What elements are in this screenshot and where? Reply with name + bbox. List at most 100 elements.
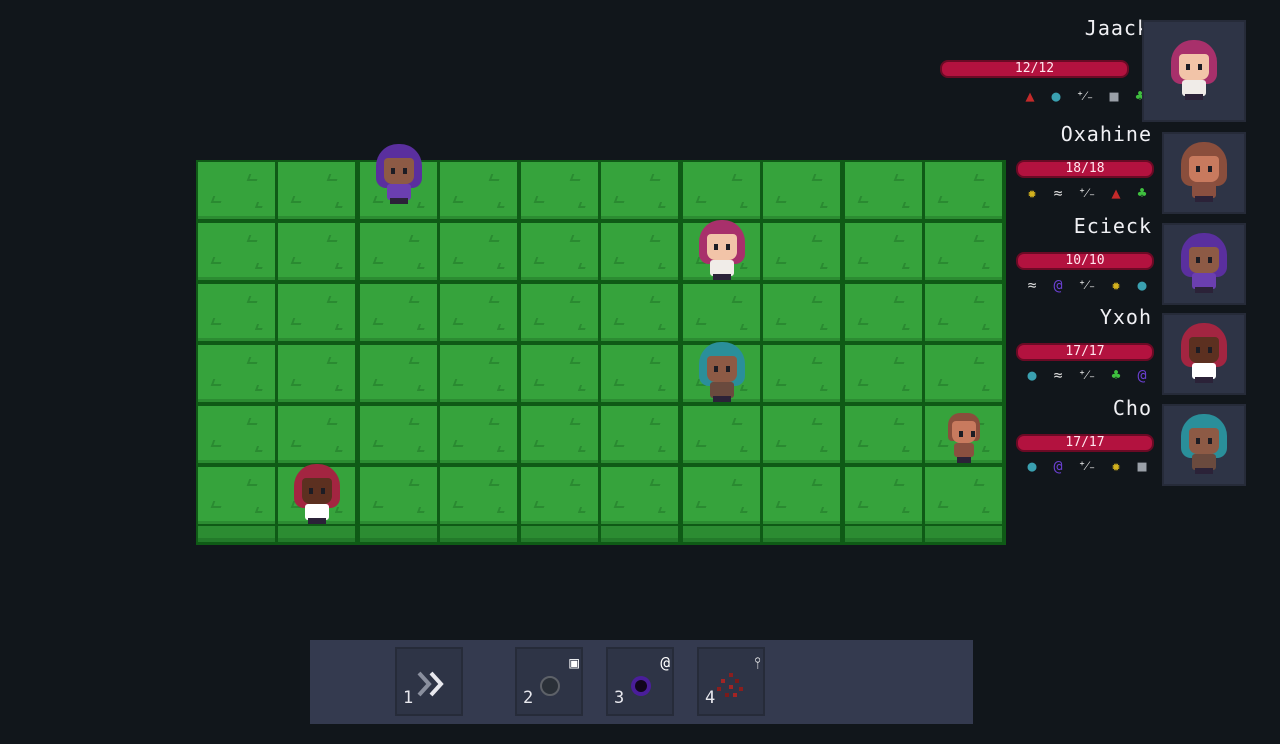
action-slot-3[interactable]: @ 3	[606, 647, 674, 716]
member-portrait[interactable]	[1162, 404, 1246, 486]
grid-tile[interactable]	[925, 467, 1002, 524]
status-effects: ● ≈ ⁺⁄₋ ♣ @	[1022, 365, 1152, 385]
grid-tile[interactable]	[440, 467, 517, 524]
portrait-sprite	[1177, 142, 1231, 204]
grass-tuft	[775, 318, 789, 325]
grid-tile[interactable]	[601, 162, 678, 219]
grid-tile[interactable]	[521, 406, 598, 463]
grid-tile[interactable]	[845, 284, 922, 341]
grid-tile[interactable]	[845, 406, 922, 463]
bald-unit[interactable]	[944, 413, 984, 465]
sprite-eye	[1208, 438, 1212, 444]
grid-tile[interactable]	[925, 162, 1002, 219]
grid-tile[interactable]	[198, 162, 275, 219]
grid-tile[interactable]	[763, 467, 840, 524]
hp-bar: 10/10	[1016, 252, 1154, 270]
grid-tile[interactable]	[925, 284, 1002, 341]
grid-tile[interactable]	[440, 162, 517, 219]
grass-tuft	[857, 440, 871, 447]
grid-tile[interactable]	[521, 162, 598, 219]
hp-bar: 18/18	[1016, 160, 1154, 178]
grid-tile[interactable]	[198, 467, 275, 524]
grid-tile[interactable]	[521, 345, 598, 402]
grid-tile[interactable]	[763, 345, 840, 402]
grass-tuft	[901, 263, 912, 269]
grid-tile[interactable]	[360, 467, 437, 524]
purple-hair-unit[interactable]	[372, 144, 426, 206]
grid-tile[interactable]	[278, 345, 355, 402]
action-slot-2[interactable]: ▣ 2	[515, 647, 583, 716]
grid-tile[interactable]	[683, 467, 760, 524]
grid-tile[interactable]	[601, 223, 678, 280]
grid-tile[interactable]	[278, 223, 355, 280]
grid-tile[interactable]	[763, 406, 840, 463]
grid-tile[interactable]	[440, 406, 517, 463]
grid-tile[interactable]	[845, 467, 922, 524]
magenta-hair-unit[interactable]	[695, 220, 749, 282]
member-portrait[interactable]	[1142, 20, 1246, 122]
sprite-eye	[1208, 257, 1212, 263]
grass-tuft	[981, 324, 992, 330]
grid-tile[interactable]	[440, 284, 517, 341]
grid-tile[interactable]	[521, 467, 598, 524]
grid-tile[interactable]	[601, 467, 678, 524]
grid-tile[interactable]	[683, 162, 760, 219]
grass-tuft	[254, 446, 265, 452]
grid-tile[interactable]	[925, 223, 1002, 280]
grid-tile[interactable]	[845, 162, 922, 219]
sprite-face	[301, 478, 332, 504]
grid-edge	[683, 526, 760, 542]
grid-tile[interactable]	[360, 284, 437, 341]
spiral-icon: @	[1137, 366, 1147, 384]
grid-tile[interactable]	[763, 223, 840, 280]
action-slot-1[interactable]: 1	[395, 647, 463, 716]
grass-tuft	[731, 174, 745, 181]
grid-tile[interactable]	[278, 406, 355, 463]
grid-tile[interactable]	[601, 406, 678, 463]
clover-icon: ♣	[1111, 366, 1121, 384]
grid-tile[interactable]	[601, 284, 678, 341]
grass-tuft	[657, 202, 668, 208]
status-effects: ≈ @ ⁺⁄₋ ✹ ●	[1022, 275, 1152, 295]
grid-tile[interactable]	[601, 345, 678, 402]
grid-tile[interactable]	[198, 406, 275, 463]
grid-tile[interactable]	[440, 223, 517, 280]
grass-tuft	[569, 418, 583, 425]
grid-tile[interactable]	[763, 284, 840, 341]
grid-tile[interactable]	[278, 284, 355, 341]
grass-tuft	[695, 196, 709, 203]
grid-tile[interactable]	[360, 345, 437, 402]
grid-tile[interactable]	[683, 284, 760, 341]
grid-tile[interactable]	[360, 406, 437, 463]
grid-tile[interactable]	[521, 284, 598, 341]
grid-tile[interactable]	[845, 345, 922, 402]
grass-tuft	[569, 296, 583, 303]
potion-icon: ●	[1137, 276, 1147, 294]
grid-tile[interactable]	[198, 284, 275, 341]
grid-tile[interactable]	[925, 345, 1002, 402]
grid-tile[interactable]	[278, 162, 355, 219]
grid-tile[interactable]	[198, 223, 275, 280]
grid-tile[interactable]	[763, 162, 840, 219]
grass-tuft	[334, 385, 345, 391]
grid-tile[interactable]	[440, 345, 517, 402]
grass-tuft	[533, 379, 547, 386]
teal-hair-unit[interactable]	[695, 342, 749, 404]
member-portrait[interactable]	[1162, 223, 1246, 305]
action-slot-4[interactable]: ⫯ 4	[697, 647, 765, 716]
grid-tile[interactable]	[845, 223, 922, 280]
grid-tile[interactable]	[521, 223, 598, 280]
grass-tuft	[893, 296, 907, 303]
red-hair-unit[interactable]	[290, 464, 344, 526]
grid-tile[interactable]	[683, 406, 760, 463]
plus-minus-icon: ⁺⁄₋	[1076, 89, 1094, 104]
grid-tile[interactable]	[360, 223, 437, 280]
grass-tuft	[488, 174, 502, 181]
grass-tuft	[857, 379, 871, 386]
grass-tuft	[533, 257, 547, 264]
grass-tuft	[739, 446, 750, 452]
wind-icon: ≈	[1053, 184, 1063, 202]
member-portrait[interactable]	[1162, 313, 1246, 395]
member-portrait[interactable]	[1162, 132, 1246, 214]
grid-tile[interactable]	[198, 345, 275, 402]
